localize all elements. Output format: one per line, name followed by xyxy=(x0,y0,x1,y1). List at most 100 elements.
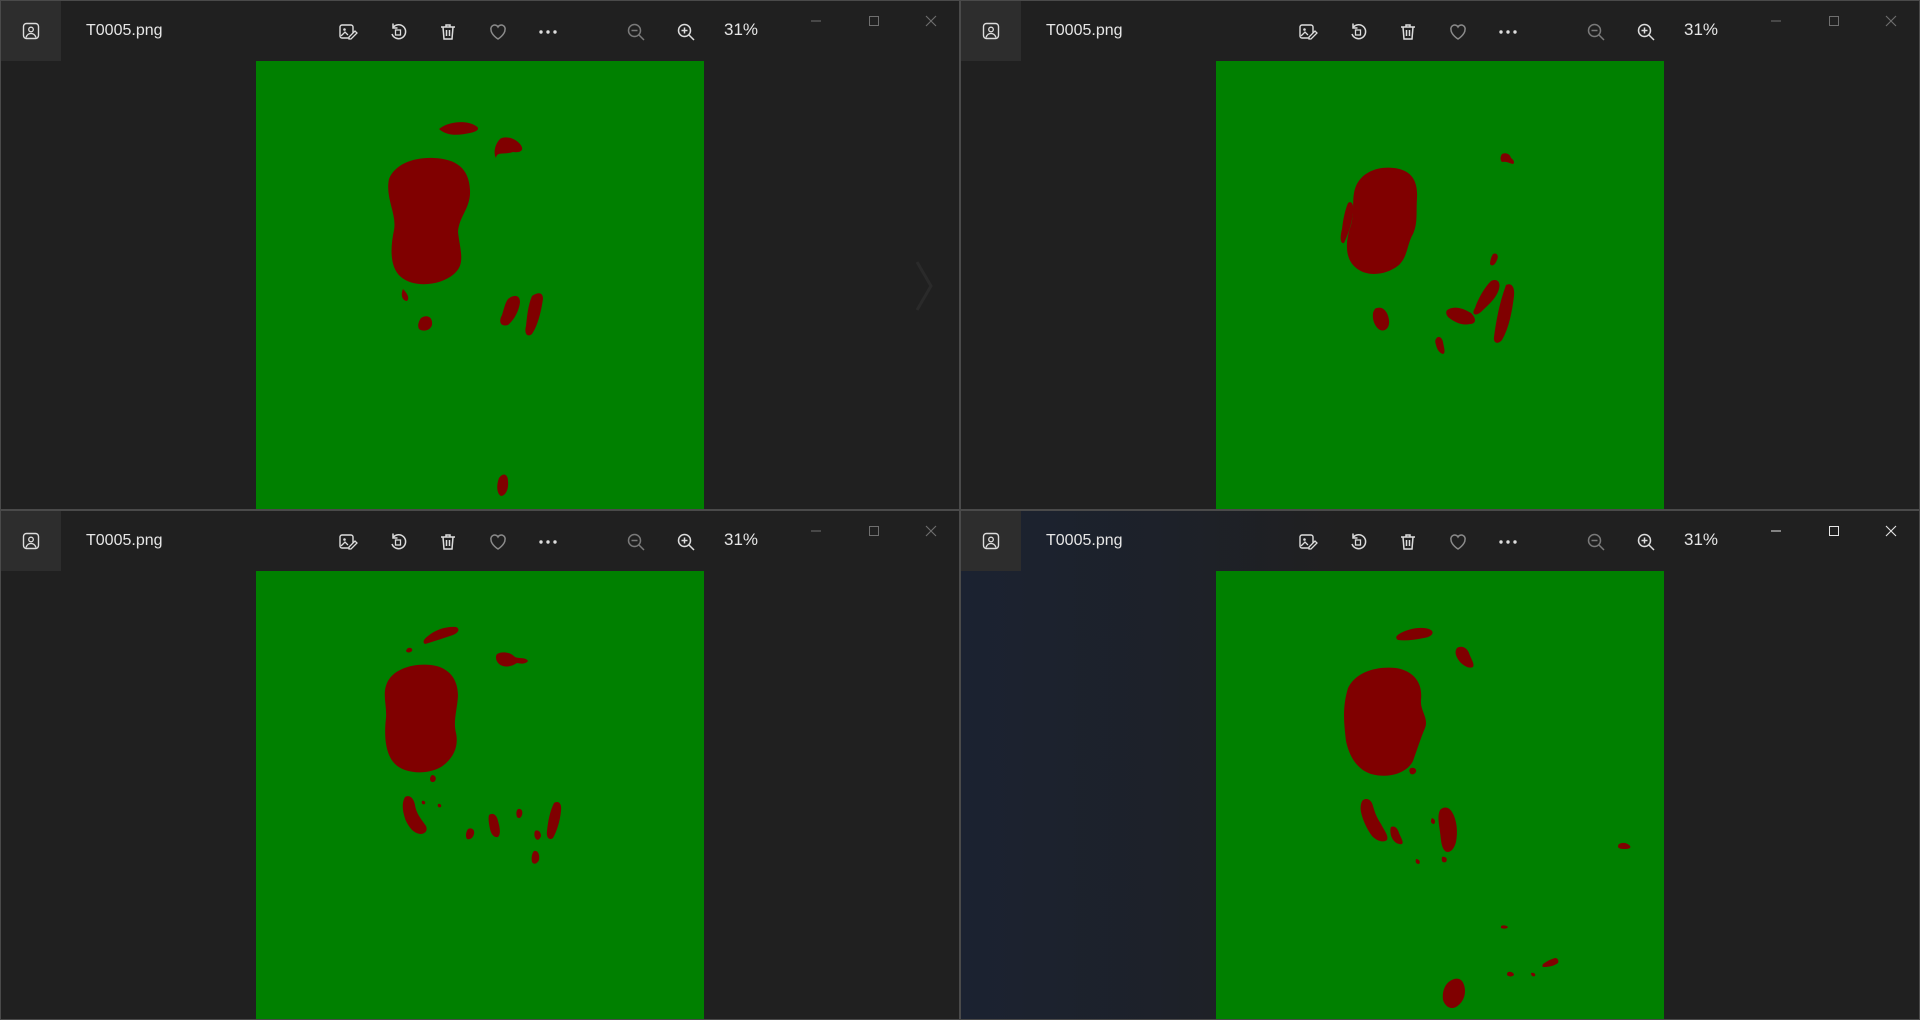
maximize-icon xyxy=(1829,16,1839,26)
close-icon xyxy=(925,525,937,537)
title-bar: T0005.png 31% xyxy=(1,1,959,61)
rotate-button[interactable] xyxy=(380,14,416,50)
minimize-icon xyxy=(1771,530,1781,532)
delete-icon xyxy=(441,24,455,40)
photos-app-icon[interactable] xyxy=(1,1,61,61)
image-canvas[interactable] xyxy=(1216,571,1664,1019)
favorite-button[interactable] xyxy=(480,14,516,50)
zoom-level[interactable]: 31% xyxy=(724,20,758,40)
image-canvas[interactable] xyxy=(1216,61,1664,509)
segmentation-mask-image xyxy=(1340,153,1515,354)
zoom-in-icon xyxy=(677,533,695,551)
maximize-icon xyxy=(869,16,879,26)
zoom-in-button[interactable] xyxy=(668,524,704,560)
photo-viewer-window-4: T0005.png 31% xyxy=(960,510,1920,1020)
maximize-icon xyxy=(869,526,879,536)
rotate-button[interactable] xyxy=(380,524,416,560)
maximize-icon xyxy=(1829,526,1839,536)
edit-image-button[interactable] xyxy=(1290,14,1326,50)
favorite-icon xyxy=(1450,534,1466,550)
zoom-out-button[interactable] xyxy=(618,14,654,50)
image-canvas[interactable] xyxy=(256,61,704,509)
file-name: T0005.png xyxy=(86,532,163,549)
delete-icon xyxy=(441,534,455,550)
more-options-icon xyxy=(1499,30,1517,34)
segmentation-mask-image xyxy=(384,626,562,864)
zoom-out-icon xyxy=(627,23,645,41)
zoom-in-icon xyxy=(677,23,695,41)
close-button[interactable] xyxy=(903,3,959,39)
zoom-level[interactable]: 31% xyxy=(1684,530,1718,550)
photo-viewer-window-3: T0005.png 31% xyxy=(0,510,960,1020)
more-options-button[interactable] xyxy=(530,14,566,50)
favorite-button[interactable] xyxy=(1440,524,1476,560)
more-options-icon xyxy=(539,540,557,544)
rotate-button[interactable] xyxy=(1340,14,1376,50)
favorite-button[interactable] xyxy=(1440,14,1476,50)
minimize-button[interactable] xyxy=(788,3,844,39)
more-options-icon xyxy=(1499,540,1517,544)
zoom-in-icon xyxy=(1637,23,1655,41)
title-bar: T0005.png 31% xyxy=(961,511,1919,571)
close-button[interactable] xyxy=(1863,3,1919,39)
zoom-level[interactable]: 31% xyxy=(1684,20,1718,40)
delete-button[interactable] xyxy=(1390,524,1426,560)
minimize-icon xyxy=(1771,20,1781,22)
edit-image-icon xyxy=(339,534,358,550)
zoom-out-button[interactable] xyxy=(1578,14,1614,50)
delete-button[interactable] xyxy=(1390,14,1426,50)
photos-app-icon[interactable] xyxy=(1,511,61,571)
file-name: T0005.png xyxy=(1046,532,1123,549)
minimize-button[interactable] xyxy=(1748,513,1804,549)
title-bar: T0005.png 31% xyxy=(961,1,1919,61)
zoom-in-button[interactable] xyxy=(668,14,704,50)
photo-viewer-window-2: T0005.png 31% xyxy=(960,0,1920,510)
zoom-in-button[interactable] xyxy=(1628,14,1664,50)
maximize-button[interactable] xyxy=(846,513,902,549)
maximize-button[interactable] xyxy=(1806,513,1862,549)
delete-button[interactable] xyxy=(430,524,466,560)
photo-viewer-window-1: T0005.png 31% xyxy=(0,0,960,510)
edit-image-button[interactable] xyxy=(330,14,366,50)
edit-image-icon xyxy=(1299,24,1318,40)
maximize-button[interactable] xyxy=(1806,3,1862,39)
close-icon xyxy=(925,15,937,27)
zoom-out-icon xyxy=(1587,23,1605,41)
more-options-button[interactable] xyxy=(1490,14,1526,50)
rotate-icon xyxy=(391,23,407,40)
close-button[interactable] xyxy=(903,513,959,549)
close-button[interactable] xyxy=(1863,513,1919,549)
photos-app-icon[interactable] xyxy=(961,511,1021,571)
maximize-button[interactable] xyxy=(846,3,902,39)
delete-icon xyxy=(1401,534,1415,550)
zoom-out-icon xyxy=(1587,533,1605,551)
rotate-icon xyxy=(391,533,407,550)
rotate-icon xyxy=(1351,23,1367,40)
more-options-button[interactable] xyxy=(530,524,566,560)
rotate-button[interactable] xyxy=(1340,524,1376,560)
close-icon xyxy=(1885,15,1897,27)
edit-image-button[interactable] xyxy=(1290,524,1326,560)
minimize-icon xyxy=(811,530,821,532)
delete-button[interactable] xyxy=(430,14,466,50)
segmentation-mask-image xyxy=(1344,627,1631,1009)
photos-app-icon[interactable] xyxy=(961,1,1021,61)
zoom-level[interactable]: 31% xyxy=(724,530,758,550)
minimize-button[interactable] xyxy=(788,513,844,549)
edit-image-button[interactable] xyxy=(330,524,366,560)
image-canvas[interactable] xyxy=(256,571,704,1019)
minimize-icon xyxy=(811,20,821,22)
zoom-in-icon xyxy=(1637,533,1655,551)
zoom-out-icon xyxy=(627,533,645,551)
more-options-button[interactable] xyxy=(1490,524,1526,560)
more-options-icon xyxy=(539,30,557,34)
minimize-button[interactable] xyxy=(1748,3,1804,39)
file-name: T0005.png xyxy=(1046,22,1123,39)
zoom-in-button[interactable] xyxy=(1628,524,1664,560)
next-image-chevron-icon[interactable] xyxy=(913,256,935,316)
title-bar: T0005.png 31% xyxy=(1,511,959,571)
zoom-out-button[interactable] xyxy=(618,524,654,560)
file-name: T0005.png xyxy=(86,22,163,39)
zoom-out-button[interactable] xyxy=(1578,524,1614,560)
favorite-button[interactable] xyxy=(480,524,516,560)
